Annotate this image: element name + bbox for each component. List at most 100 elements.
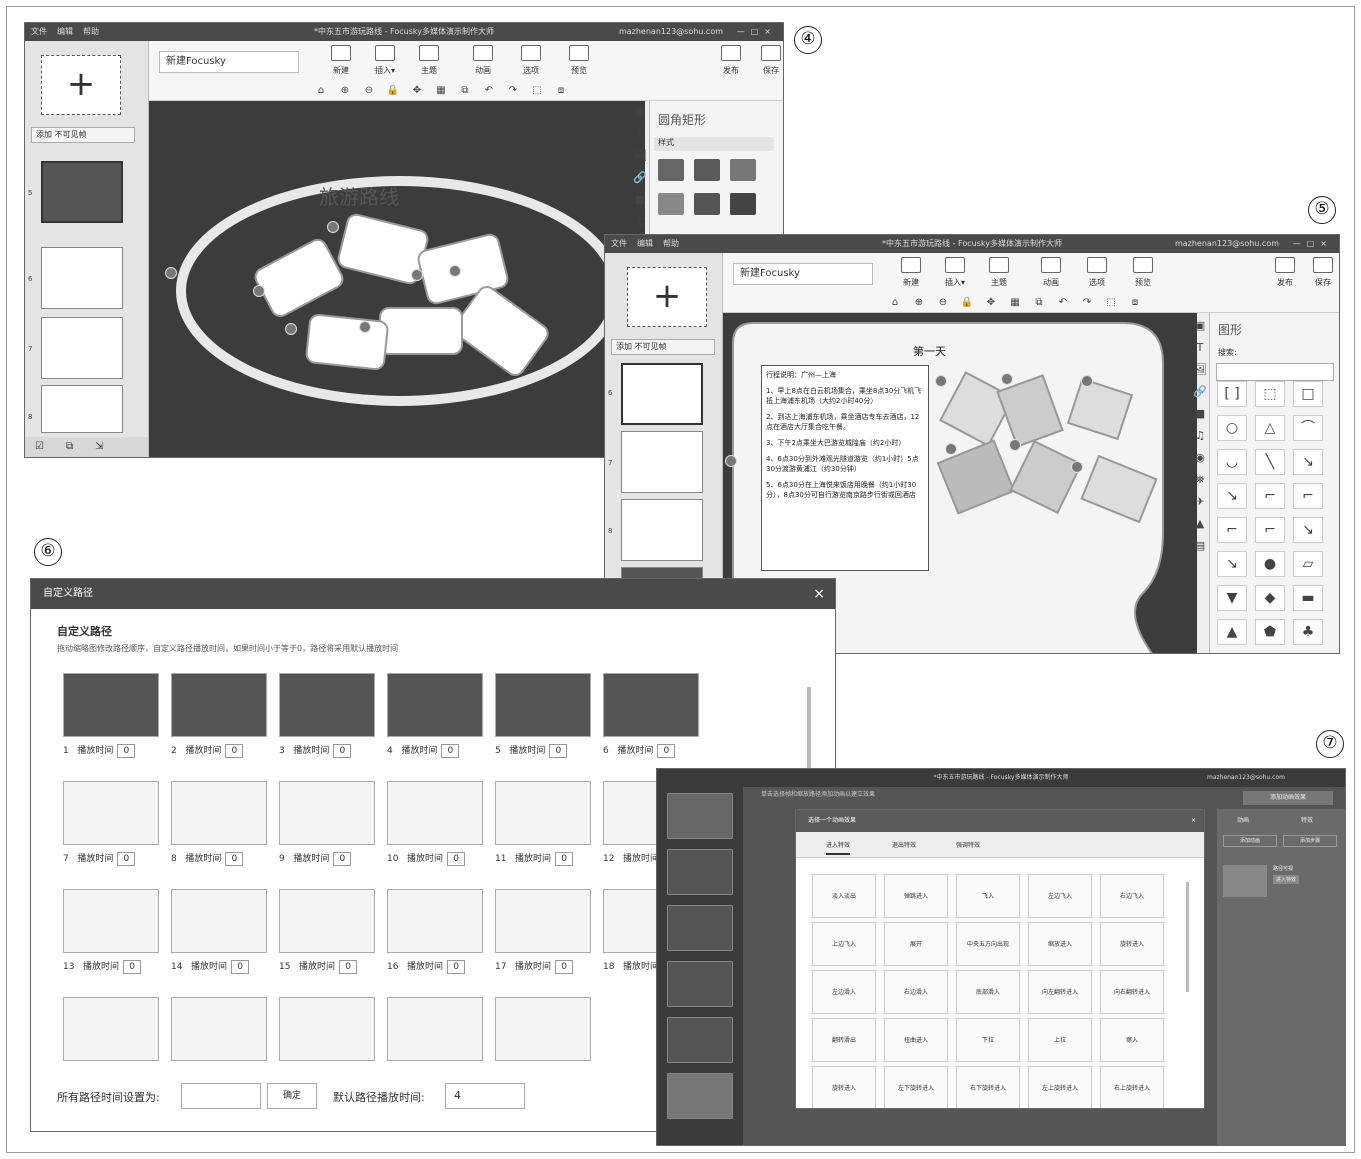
path-thumbnail[interactable]	[279, 673, 375, 737]
effect-option[interactable]: 飞入	[956, 874, 1020, 918]
time-input[interactable]: 0	[555, 852, 574, 866]
shape-option[interactable]: ♣	[1293, 619, 1323, 645]
time-input[interactable]: 0	[333, 852, 352, 866]
add-animation-action[interactable]: 添加动画	[1223, 835, 1277, 847]
anim-item-thumb[interactable]	[1223, 865, 1267, 897]
time-input[interactable]: 0	[123, 960, 142, 974]
path-thumbnail[interactable]	[171, 673, 267, 737]
time-input[interactable]: 0	[117, 744, 136, 758]
new-button[interactable]: 新建	[889, 257, 933, 288]
doc-name-field[interactable]: 新建Focusky	[159, 51, 299, 73]
path-number[interactable]	[285, 323, 297, 335]
shape-option[interactable]: ↘	[1217, 483, 1247, 509]
path-thumbnail[interactable]	[387, 673, 483, 737]
time-input[interactable]: 0	[333, 744, 352, 758]
insert-sidebar[interactable]: ▣ T 🖼 🔗 ■ ♫ ◉ ⛯ ✈ ▲ ▤	[1191, 319, 1209, 561]
shape-option[interactable]: ▲	[1217, 619, 1247, 645]
save-button[interactable]: 保存	[749, 45, 783, 76]
path-thumbnail[interactable]	[387, 781, 483, 845]
effect-option[interactable]: 翻转滑出	[812, 1018, 876, 1062]
shape-option[interactable]: ↘	[1293, 449, 1323, 475]
frame-thumb[interactable]	[41, 385, 123, 433]
shape-option[interactable]: ╲	[1255, 449, 1285, 475]
shape-option[interactable]: ↘	[1217, 551, 1247, 577]
time-input[interactable]: 0	[555, 960, 574, 974]
time-input[interactable]: 0	[657, 744, 676, 758]
style-swatch[interactable]	[658, 193, 684, 215]
shape-option[interactable]: ⌒	[1293, 415, 1323, 441]
frame-thumb[interactable]	[621, 363, 703, 425]
add-mode-select[interactable]: 添加 不可见帧	[611, 339, 715, 355]
window-controls[interactable]: —□×	[1293, 235, 1333, 253]
shape-option[interactable]: ▼	[1217, 585, 1247, 611]
effect-option[interactable]: 下拉	[956, 1018, 1020, 1062]
insert-button[interactable]: 插入▾	[933, 257, 977, 288]
path-thumbnail[interactable]	[171, 781, 267, 845]
path-thumbnail[interactable]	[495, 889, 591, 953]
frame-thumb[interactable]	[667, 961, 733, 1007]
path-number[interactable]	[359, 321, 371, 333]
shape-option[interactable]: ◡	[1217, 449, 1247, 475]
shape-option[interactable]: ◆	[1255, 585, 1285, 611]
path-number[interactable]	[1001, 373, 1013, 385]
path-number[interactable]	[1081, 375, 1093, 387]
shape-option[interactable]: [ ]	[1217, 381, 1247, 407]
frame-thumb[interactable]	[41, 247, 123, 309]
style-swatch[interactable]	[730, 193, 756, 215]
path-thumbnail[interactable]	[63, 781, 159, 845]
shape-option[interactable]: ⬚	[1255, 381, 1285, 407]
path-number[interactable]	[725, 455, 737, 467]
effect-option[interactable]: 上边飞入	[812, 922, 876, 966]
doc-name-field[interactable]: 新建Focusky	[733, 263, 873, 285]
effect-option[interactable]: 左上旋转进入	[1028, 1066, 1092, 1108]
path-thumbnail[interactable]	[279, 781, 375, 845]
tab-effects[interactable]: 特效	[1301, 815, 1313, 824]
path-thumbnail[interactable]	[603, 673, 699, 737]
effect-option[interactable]: 上拉	[1028, 1018, 1092, 1062]
path-number[interactable]	[327, 221, 339, 233]
tab-entrance[interactable]: 进入特效	[826, 840, 851, 855]
time-input[interactable]: 0	[225, 852, 244, 866]
options-button[interactable]: 选项	[509, 45, 553, 76]
effect-option[interactable]: 中央五方向出现	[956, 922, 1020, 966]
effect-option[interactable]: 旋转进入	[1100, 922, 1164, 966]
all-time-input[interactable]	[181, 1083, 261, 1109]
preview-button[interactable]: 预览	[557, 45, 601, 76]
default-time-input[interactable]: 4	[445, 1083, 525, 1109]
frame-card-selected[interactable]	[304, 312, 390, 372]
style-swatch[interactable]	[694, 159, 720, 181]
add-mode-select[interactable]: 添加 不可见帧	[31, 127, 135, 143]
frame-thumb[interactable]	[667, 1017, 733, 1063]
frame-card[interactable]	[379, 307, 463, 355]
insert-button[interactable]: 插入▾	[363, 45, 407, 76]
canvas-tool-icons[interactable]: ⌂ ⊕ ⊖ 🔒 ✥ ▦ ⧉ ↶ ↷ ⬚ ⧈	[883, 297, 1147, 308]
time-input[interactable]: 0	[339, 960, 358, 974]
style-swatch[interactable]	[658, 159, 684, 181]
path-thumbnail[interactable]	[63, 889, 159, 953]
shape-option[interactable]: ○	[1217, 415, 1247, 441]
user-account[interactable]: mazhenan123@sohu.com	[1207, 769, 1285, 787]
publish-button[interactable]: 发布	[709, 45, 753, 76]
shape-option[interactable]: ⌐	[1255, 483, 1285, 509]
add-frame-button[interactable]: +	[41, 55, 121, 115]
shape-option[interactable]: ⌐	[1255, 517, 1285, 543]
add-animation-button[interactable]: 添加动画效果	[1243, 791, 1333, 805]
time-input[interactable]: 0	[447, 960, 466, 974]
time-input[interactable]: 0	[231, 960, 250, 974]
effect-option[interactable]: 淡入淡出	[812, 874, 876, 918]
frame-thumb[interactable]	[667, 793, 733, 839]
effect-option[interactable]: 右边滑入	[884, 970, 948, 1014]
shape-option[interactable]: △	[1255, 415, 1285, 441]
path-thumbnail[interactable]	[495, 673, 591, 737]
path-thumbnail[interactable]	[171, 997, 267, 1061]
confirm-button[interactable]: 确定	[267, 1083, 317, 1109]
path-thumbnail[interactable]	[495, 781, 591, 845]
canvas-tool-icons[interactable]: ⌂ ⊕ ⊖ 🔒 ✥ ▦ ⧉ ↶ ↷ ⬚ ⧈	[309, 85, 573, 96]
close-icon[interactable]: ×	[1191, 810, 1196, 832]
options-button[interactable]: 选项	[1075, 257, 1119, 288]
tab-emphasis[interactable]: 强调特效	[956, 840, 980, 849]
tab-exit[interactable]: 退出特效	[892, 840, 916, 849]
effect-option[interactable]: 右边飞入	[1100, 874, 1164, 918]
frame-thumb[interactable]	[621, 431, 703, 493]
user-account[interactable]: mazhenan123@sohu.com	[619, 23, 723, 41]
